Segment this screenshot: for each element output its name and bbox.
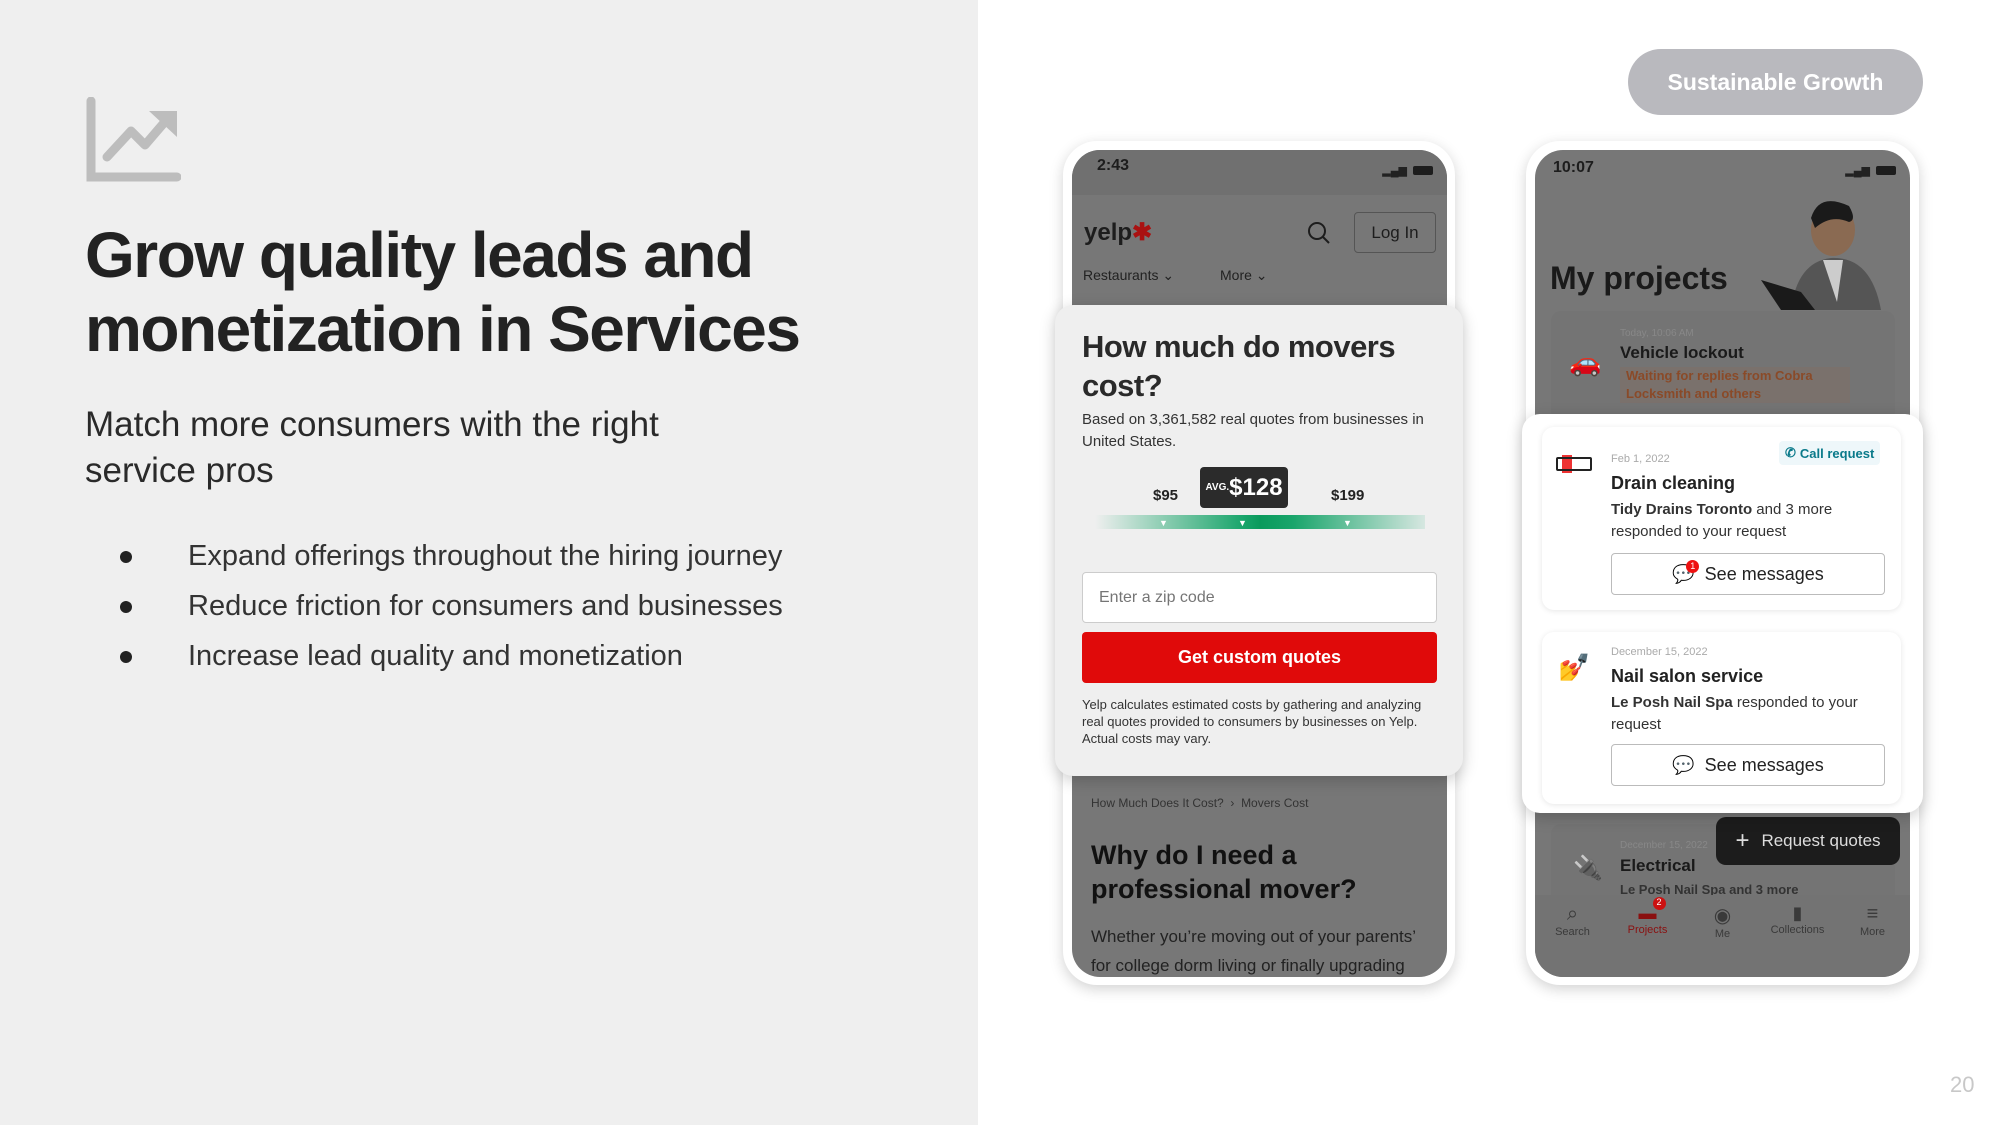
project-date: Today, 10:06 AM xyxy=(1620,328,1694,339)
slide-subtitle: Match more consumers with the right serv… xyxy=(85,405,659,490)
project-body: Le Posh Nail Spa responded to your reque… xyxy=(1611,694,1858,733)
project-date: December 15, 2022 xyxy=(1611,646,1708,658)
tab-search[interactable]: ⌕ Search xyxy=(1538,903,1608,977)
phone-icon: ✆ xyxy=(1785,445,1796,460)
price-high: $199 xyxy=(1331,487,1365,504)
price-range-bar xyxy=(1095,515,1425,529)
projects-highlight-card: Feb 1, 2022 ✆ Call request Drain cleaning… xyxy=(1522,414,1923,813)
request-quotes-button[interactable]: + Request quotes xyxy=(1716,817,1900,865)
project-card-vehicle[interactable]: 🚗 Today, 10:06 AM Vehicle lockout Waitin… xyxy=(1551,311,1895,421)
project-title: Electrical xyxy=(1620,856,1696,875)
project-card-drain[interactable]: Feb 1, 2022 ✆ Call request Drain cleaning… xyxy=(1542,427,1901,610)
project-card-nail[interactable]: 💅 December 15, 2022 Nail salon service L… xyxy=(1542,632,1901,804)
drain-icon xyxy=(1556,451,1592,485)
project-date: December 15, 2022 xyxy=(1620,840,1708,851)
price-average: AVG. $128 xyxy=(1200,467,1288,508)
nav-restaurants[interactable]: Restaurants ⌄ xyxy=(1083,267,1174,284)
section-title: Why do I need a professional mover? xyxy=(1091,840,1357,904)
bullet-item: Reduce friction for consumers and busine… xyxy=(120,590,783,623)
person-illustration xyxy=(1761,201,1881,310)
price-low: $95 xyxy=(1153,487,1179,504)
chat-icon: 💬 1 xyxy=(1672,559,1700,585)
breadcrumb: How Much Does It Cost? › Movers Cost xyxy=(1091,796,1309,810)
message-badge: 1 xyxy=(1686,559,1700,573)
plus-icon: + xyxy=(1735,827,1750,854)
search-icon[interactable] xyxy=(1306,220,1332,246)
project-title: Vehicle lockout xyxy=(1620,343,1744,362)
bookmark-icon: ▮ xyxy=(1792,903,1803,923)
zip-code-input[interactable] xyxy=(1082,572,1437,623)
yelp-logo[interactable]: yelp✱ xyxy=(1084,218,1152,247)
trending-chart-icon xyxy=(86,97,181,182)
bullet-item: Expand offerings throughout the hiring j… xyxy=(120,540,782,573)
call-request-tag: ✆ Call request xyxy=(1779,441,1881,465)
slide-title: Grow quality leads and monetization in S… xyxy=(85,219,801,365)
search-icon: ⌕ xyxy=(1566,903,1579,925)
status-time: 10:07 xyxy=(1553,159,1594,176)
project-title: Nail salon service xyxy=(1611,666,1764,686)
bottom-tab-bar: ⌕ Search ▬ 2 Projects ◉ Me ▮ Collections ≡ Mor… xyxy=(1535,895,1910,977)
disclaimer: Yelp calculates estimated costs by gathe… xyxy=(1082,697,1422,746)
profile-icon: ◉ xyxy=(1713,905,1732,927)
marker-low: ▼ xyxy=(1159,518,1168,528)
quotes-basis: Based on 3,361,582 real quotes from busi… xyxy=(1082,411,1424,450)
nav-more[interactable]: More ⌄ xyxy=(1220,267,1268,284)
cost-card: How much do movers cost? Based on 3,361,… xyxy=(1055,305,1463,776)
project-status: Waiting for replies from Cobra Locksmith… xyxy=(1620,367,1850,403)
projects-badge: 2 xyxy=(1652,897,1666,910)
marker-high: ▼ xyxy=(1343,518,1352,528)
tab-more[interactable]: ≡ More xyxy=(1838,903,1908,977)
tab-collections[interactable]: ▮ Collections xyxy=(1763,903,1833,977)
project-date: Feb 1, 2022 xyxy=(1611,453,1670,465)
see-messages-button[interactable]: 💬 See messages xyxy=(1611,744,1885,786)
breadcrumb-item[interactable]: How Much Does It Cost? xyxy=(1091,796,1224,810)
section-badge: Sustainable Growth xyxy=(1628,49,1923,115)
projects-icon: ▬ 2 xyxy=(1639,897,1666,924)
menu-icon: ≡ xyxy=(1866,903,1879,925)
status-icons: ▂▄▆ xyxy=(1382,164,1433,177)
project-body: Tidy Drains Toronto and 3 more responded… xyxy=(1611,501,1833,540)
tab-projects[interactable]: ▬ 2 Projects xyxy=(1613,897,1683,977)
bullet-item: Increase lead quality and monetization xyxy=(120,640,683,673)
marker-avg: ▼ xyxy=(1238,518,1247,528)
login-button[interactable]: Log In xyxy=(1354,212,1436,253)
status-icons: ▂▄▆ xyxy=(1845,164,1896,177)
breadcrumb-item[interactable]: Movers Cost xyxy=(1241,796,1308,810)
cost-title: How much do movers cost? xyxy=(1082,329,1396,403)
status-time: 2:43 xyxy=(1097,157,1130,174)
chat-icon: 💬 xyxy=(1672,754,1695,775)
section-body: Whether you’re moving out of your parent… xyxy=(1091,927,1416,975)
plug-icon: 🔌 xyxy=(1573,855,1603,882)
project-title: Drain cleaning xyxy=(1611,473,1736,493)
get-quotes-button[interactable]: Get custom quotes xyxy=(1082,632,1437,683)
nail-polish-icon: 💅 xyxy=(1558,652,1591,682)
page-number: 20 xyxy=(1950,1072,1975,1097)
tab-me[interactable]: ◉ Me xyxy=(1688,903,1758,977)
see-messages-button[interactable]: 💬 1 See messages xyxy=(1611,553,1885,595)
car-icon: 🚗 xyxy=(1569,347,1602,377)
projects-title: My projects xyxy=(1550,260,1728,296)
